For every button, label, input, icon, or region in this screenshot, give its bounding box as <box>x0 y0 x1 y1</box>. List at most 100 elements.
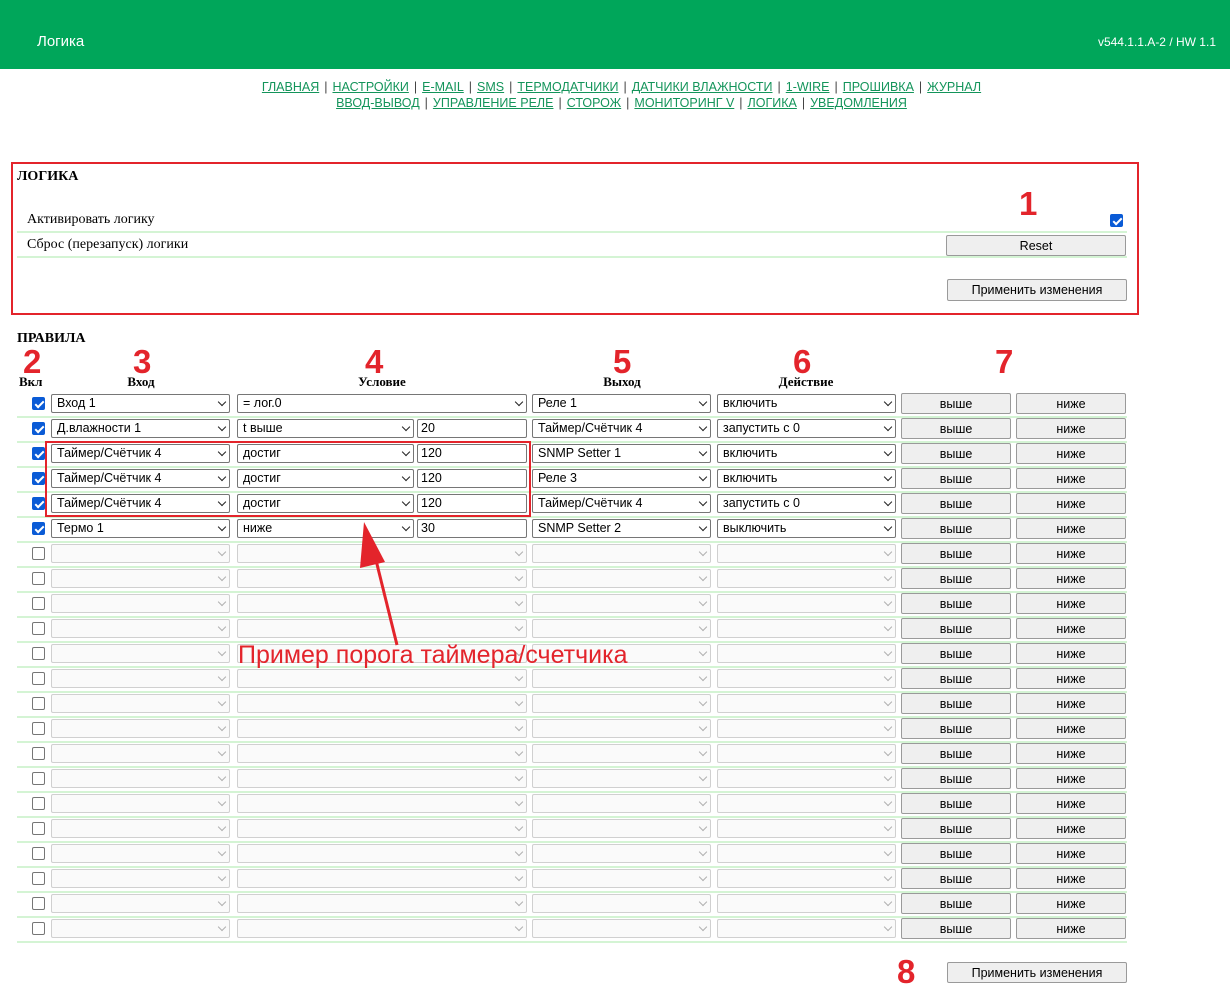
rule-condition-select[interactable] <box>237 694 527 713</box>
rule-output-select[interactable]: SNMP Setter 2 <box>532 519 711 538</box>
rule-input-select[interactable] <box>51 769 230 788</box>
move-up-button[interactable]: выше <box>901 618 1011 639</box>
rule-input-select[interactable] <box>51 894 230 913</box>
nav-link-row1-4[interactable]: ТЕРМОДАТЧИКИ <box>517 80 618 94</box>
move-up-button[interactable]: выше <box>901 768 1011 789</box>
move-down-button[interactable]: ниже <box>1016 593 1126 614</box>
rule-enabled-checkbox[interactable] <box>32 597 45 610</box>
rule-action-select[interactable] <box>717 894 896 913</box>
nav-link-row1-7[interactable]: ПРОШИВКА <box>843 80 914 94</box>
move-down-button[interactable]: ниже <box>1016 768 1126 789</box>
rule-enabled-checkbox[interactable] <box>32 772 45 785</box>
rule-enabled-checkbox[interactable] <box>32 697 45 710</box>
rule-condition-select[interactable] <box>237 769 527 788</box>
nav-link-row1-0[interactable]: ГЛАВНАЯ <box>262 80 319 94</box>
rule-enabled-checkbox[interactable] <box>32 497 45 510</box>
rule-action-select[interactable]: запустить с 0 <box>717 494 896 513</box>
rule-enabled-checkbox[interactable] <box>32 847 45 860</box>
rule-condition-select[interactable] <box>237 569 527 588</box>
rule-enabled-checkbox[interactable] <box>32 797 45 810</box>
rule-action-select[interactable]: включить <box>717 469 896 488</box>
rule-action-select[interactable] <box>717 819 896 838</box>
rule-enabled-checkbox[interactable] <box>32 922 45 935</box>
rule-action-select[interactable] <box>717 769 896 788</box>
rule-enabled-checkbox[interactable] <box>32 822 45 835</box>
move-down-button[interactable]: ниже <box>1016 518 1126 539</box>
rule-output-select[interactable] <box>532 794 711 813</box>
move-up-button[interactable]: выше <box>901 693 1011 714</box>
move-down-button[interactable]: ниже <box>1016 618 1126 639</box>
rule-enabled-checkbox[interactable] <box>32 397 45 410</box>
nav-link-row1-6[interactable]: 1-WIRE <box>786 80 830 94</box>
move-down-button[interactable]: ниже <box>1016 393 1126 414</box>
rule-input-select[interactable]: Таймер/Счётчик 4 <box>51 444 230 463</box>
move-up-button[interactable]: выше <box>901 868 1011 889</box>
rule-action-select[interactable]: запустить с 0 <box>717 419 896 438</box>
move-up-button[interactable]: выше <box>901 468 1011 489</box>
move-down-button[interactable]: ниже <box>1016 818 1126 839</box>
rule-condition-select[interactable] <box>237 544 527 563</box>
move-down-button[interactable]: ниже <box>1016 493 1126 514</box>
rule-input-select[interactable] <box>51 669 230 688</box>
rule-enabled-checkbox[interactable] <box>32 447 45 460</box>
rule-output-select[interactable] <box>532 669 711 688</box>
rule-condition-select[interactable]: ниже <box>237 519 414 538</box>
move-down-button[interactable]: ниже <box>1016 568 1126 589</box>
nav-link-row2-1[interactable]: УПРАВЛЕНИЕ РЕЛЕ <box>433 96 554 110</box>
rule-output-select[interactable] <box>532 919 711 938</box>
rule-input-select[interactable] <box>51 719 230 738</box>
nav-link-row1-2[interactable]: E-MAIL <box>422 80 464 94</box>
rule-enabled-checkbox[interactable] <box>32 472 45 485</box>
rule-action-select[interactable] <box>717 669 896 688</box>
rule-output-select[interactable] <box>532 869 711 888</box>
rule-enabled-checkbox[interactable] <box>32 872 45 885</box>
rule-condition-select[interactable]: достиг <box>237 469 414 488</box>
rule-enabled-checkbox[interactable] <box>32 747 45 760</box>
rule-input-select[interactable]: Таймер/Счётчик 4 <box>51 469 230 488</box>
rule-output-select[interactable]: Таймер/Счётчик 4 <box>532 419 711 438</box>
rule-action-select[interactable] <box>717 719 896 738</box>
rule-enabled-checkbox[interactable] <box>32 422 45 435</box>
move-down-button[interactable]: ниже <box>1016 718 1126 739</box>
rule-action-select[interactable] <box>717 919 896 938</box>
rule-action-select[interactable] <box>717 794 896 813</box>
rule-condition-select[interactable] <box>237 719 527 738</box>
move-down-button[interactable]: ниже <box>1016 418 1126 439</box>
rule-output-select[interactable]: Таймер/Счётчик 4 <box>532 494 711 513</box>
move-up-button[interactable]: выше <box>901 643 1011 664</box>
nav-link-row2-4[interactable]: ЛОГИКА <box>748 96 797 110</box>
rule-condition-select[interactable] <box>237 894 527 913</box>
move-down-button[interactable]: ниже <box>1016 918 1126 939</box>
rule-action-select[interactable] <box>717 569 896 588</box>
move-up-button[interactable]: выше <box>901 418 1011 439</box>
reset-button[interactable]: Reset <box>946 235 1126 256</box>
move-down-button[interactable]: ниже <box>1016 668 1126 689</box>
rule-output-select[interactable] <box>532 894 711 913</box>
apply-rules-button[interactable]: Применить изменения <box>947 962 1127 983</box>
nav-link-row1-8[interactable]: ЖУРНАЛ <box>927 80 981 94</box>
rule-output-select[interactable] <box>532 619 711 638</box>
rule-enabled-checkbox[interactable] <box>32 647 45 660</box>
apply-logic-button[interactable]: Применить изменения <box>947 279 1127 301</box>
rule-output-select[interactable] <box>532 819 711 838</box>
nav-link-row2-3[interactable]: МОНИТОРИНГ V <box>634 96 734 110</box>
rule-action-select[interactable] <box>717 544 896 563</box>
move-down-button[interactable]: ниже <box>1016 743 1126 764</box>
rule-threshold-input[interactable]: 120 <box>417 444 527 463</box>
rule-output-select[interactable] <box>532 569 711 588</box>
rule-condition-select[interactable]: достиг <box>237 494 414 513</box>
rule-condition-select[interactable] <box>237 669 527 688</box>
move-down-button[interactable]: ниже <box>1016 693 1126 714</box>
rule-threshold-input[interactable]: 120 <box>417 469 527 488</box>
rule-input-select[interactable]: Д.влажности 1 <box>51 419 230 438</box>
rule-input-select[interactable]: Таймер/Счётчик 4 <box>51 494 230 513</box>
rule-condition-select[interactable]: достиг <box>237 444 414 463</box>
move-up-button[interactable]: выше <box>901 843 1011 864</box>
move-up-button[interactable]: выше <box>901 918 1011 939</box>
rule-input-select[interactable] <box>51 594 230 613</box>
rule-enabled-checkbox[interactable] <box>32 722 45 735</box>
rule-threshold-input[interactable]: 30 <box>417 519 527 538</box>
rule-condition-select[interactable] <box>237 869 527 888</box>
rule-output-select[interactable] <box>532 744 711 763</box>
rule-input-select[interactable]: Термо 1 <box>51 519 230 538</box>
